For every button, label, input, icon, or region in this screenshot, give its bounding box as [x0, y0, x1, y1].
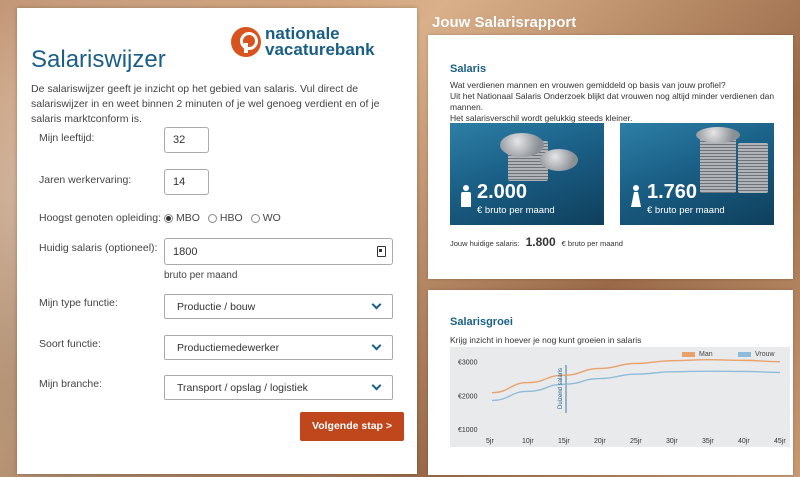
branch-label: Mijn branche: — [39, 378, 103, 390]
y-tick-label: €3000 — [458, 360, 478, 367]
salary-card: Salaris Wat verdienen mannen en vrouwen … — [428, 35, 793, 279]
series-line-vrouw — [491, 370, 781, 402]
next-step-button[interactable]: Volgende stap > — [300, 412, 404, 441]
salary-hint: bruto per maand — [164, 270, 238, 281]
series-line-man — [491, 359, 781, 394]
legend-vrouw: Vrouw — [738, 351, 775, 358]
chevron-down-icon — [371, 340, 382, 351]
age-label: Mijn leeftijd: — [39, 132, 95, 144]
male-salary-unit: € bruto per maand — [477, 205, 555, 216]
radio-wo[interactable]: WO — [250, 212, 281, 224]
female-salary-amount: 1.760 — [647, 181, 698, 203]
growth-card-heading: Salarisgroei — [450, 316, 513, 328]
salary-card-heading: Salaris — [450, 63, 487, 75]
current-salary-amount: 1.800 — [525, 235, 556, 249]
y-tick-label: €2000 — [458, 393, 478, 400]
current-salary: Jouw huidige salaris: 1.800 € bruto per … — [450, 235, 623, 249]
intro-text: De salariswijzer geeft je inzicht op het… — [31, 83, 380, 125]
education-radio-group: MBO HBO WO — [164, 212, 281, 224]
x-tick-label: 20jr — [594, 438, 606, 445]
salary-card-line2: Uit het Nationaal Salaris Onderzoek blij… — [450, 91, 775, 112]
salary-label: Huidig salaris (optioneel): — [39, 242, 158, 254]
chevron-down-icon — [371, 380, 382, 391]
female-person-icon — [630, 185, 642, 207]
chevron-down-icon — [371, 299, 382, 310]
male-person-icon — [460, 185, 472, 207]
report-title: Jouw Salarisrapport — [432, 14, 577, 31]
legend-man: Man — [682, 351, 713, 358]
x-tick-label: 35jr — [702, 438, 714, 445]
radio-dot-icon — [250, 213, 260, 223]
page-title: Salariswijzer — [31, 46, 166, 73]
experience-label: Jaren werkervaring: — [39, 174, 132, 186]
radio-hbo[interactable]: HBO — [207, 212, 243, 224]
salary-form-panel: Salariswijzer nationale vacaturebank De … — [17, 8, 417, 474]
calculator-icon[interactable] — [377, 246, 386, 257]
function-type-select[interactable]: Productie / bouw — [164, 294, 393, 319]
y-tick-label: €1000 — [458, 427, 478, 434]
function-kind-label: Soort functie: — [39, 338, 101, 350]
x-tick-label: 25jr — [630, 438, 642, 445]
x-tick-label: 10jr — [522, 438, 534, 445]
female-salary-tile: 1.760 € bruto per maand — [620, 123, 774, 225]
nationale-vacaturebank-logo[interactable]: nationale vacaturebank — [231, 25, 375, 59]
current-salary-label: Jouw huidige salaris: — [450, 239, 520, 248]
chart-marker-label: Duizend salaris — [558, 367, 564, 409]
function-type-label: Mijn type functie: — [39, 297, 118, 309]
salary-growth-chart: €3000 €2000 €1000 5jr 10jr 15jr 20jr 25jr 30jr 35… — [450, 347, 790, 447]
male-salary-tile: 2.000 € bruto per maand — [450, 123, 604, 225]
coin-image — [500, 133, 544, 157]
x-tick-label: 40jr — [738, 438, 750, 445]
salary-input[interactable]: 1800 — [164, 238, 393, 265]
logo-text-line2: vacaturebank — [265, 40, 375, 59]
logo-icon — [231, 27, 261, 57]
male-salary-amount: 2.000 — [477, 181, 528, 203]
x-tick-label: 15jr — [558, 438, 570, 445]
x-tick-label: 30jr — [666, 438, 678, 445]
age-input[interactable]: 32 — [164, 127, 209, 153]
radio-dot-checked-icon — [164, 213, 173, 223]
education-label: Hoogst genoten opleiding: — [39, 212, 162, 224]
salary-growth-card: Salarisgroei Krijg inzicht in hoever je … — [428, 290, 793, 475]
branch-select[interactable]: Transport / opslag / logistiek — [164, 375, 393, 400]
growth-card-subtitle: Krijg inzicht in hoever je nog kunt groe… — [450, 335, 642, 345]
radio-dot-icon — [207, 213, 217, 223]
function-kind-select[interactable]: Productiemedewerker — [164, 335, 393, 360]
coin-image — [696, 127, 740, 143]
x-tick-label: 45jr — [774, 438, 786, 445]
experience-input[interactable]: 14 — [164, 169, 209, 195]
female-salary-unit: € bruto per maand — [647, 205, 725, 216]
current-salary-unit: € bruto per maand — [561, 239, 623, 248]
salary-growth-chart-svg: €3000 €2000 €1000 5jr 10jr 15jr 20jr 25jr 30jr 35… — [458, 359, 786, 445]
radio-mbo[interactable]: MBO — [164, 212, 200, 224]
x-tick-label: 5jr — [486, 438, 494, 445]
salary-card-line1: Wat verdienen mannen en vrouwen gemiddel… — [450, 80, 726, 90]
